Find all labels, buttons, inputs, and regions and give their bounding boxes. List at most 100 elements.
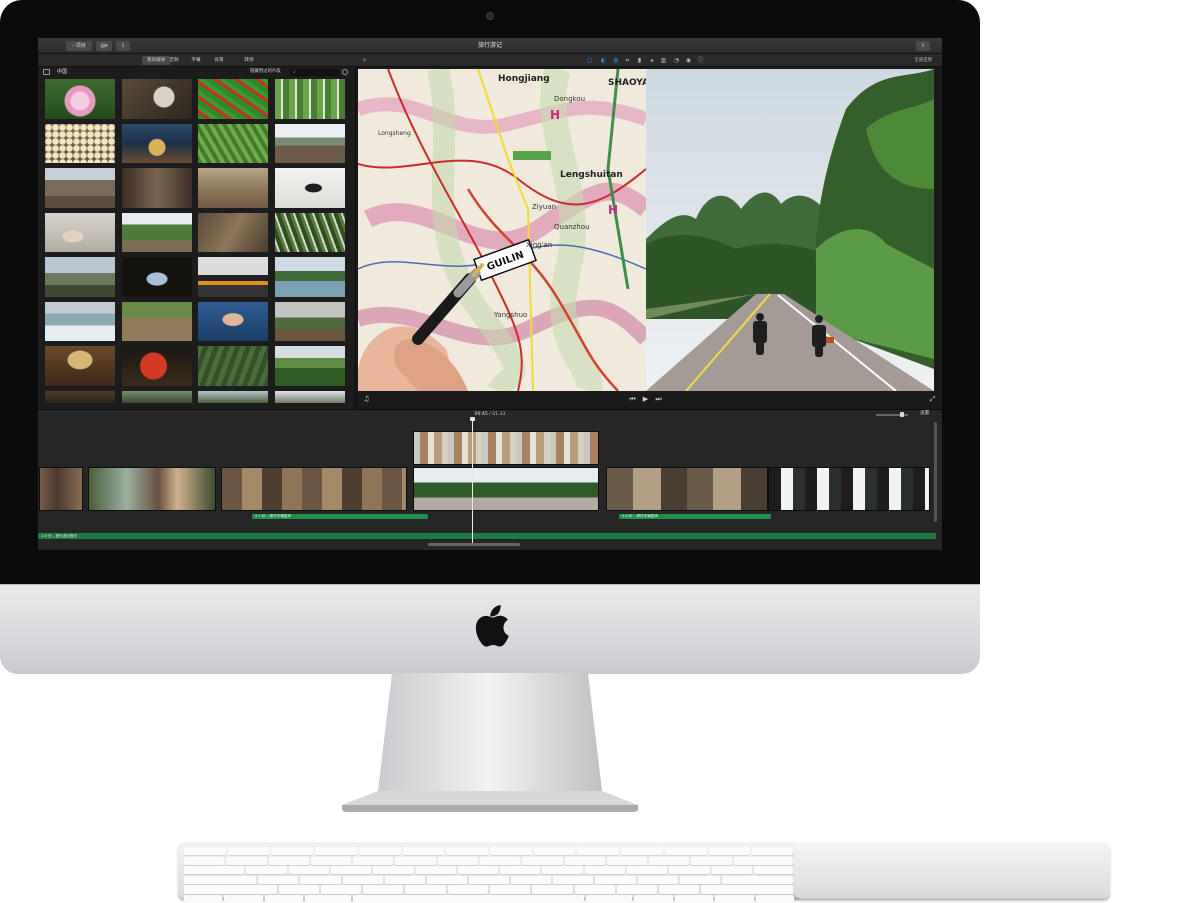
clip-thumbnail[interactable]	[45, 346, 115, 386]
timecode-readout: 00:45 / 01:33	[474, 412, 506, 417]
map-label: Longsheng	[378, 130, 411, 137]
imac-stand	[342, 673, 638, 812]
zoom-slider-handle[interactable]	[900, 412, 904, 417]
map-label: Ziyuan	[532, 203, 556, 211]
svg-text:H: H	[608, 203, 618, 217]
toolbar: 我的媒体 音频 字幕 背景 转场 ✧ ◻ ◐ ◍ ⌗ ▮ ◂ ▥ ◔ ◉ ⓘ 全…	[38, 54, 942, 67]
clip-thumbnail[interactable]	[274, 346, 345, 386]
fullscreen-icon[interactable]: ⤢	[928, 395, 937, 404]
play-icon[interactable]: ▶	[641, 395, 650, 404]
clip-thumbnail[interactable]	[198, 123, 268, 163]
clip-thumbnail[interactable]	[121, 257, 192, 297]
timeline-clip[interactable]	[413, 467, 599, 511]
microphone-icon[interactable]: ♫	[362, 395, 371, 404]
palette-icon[interactable]: ◍	[612, 57, 619, 64]
tab-backgrounds[interactable]: 背景	[209, 56, 229, 65]
info-icon[interactable]: ⓘ	[697, 57, 704, 64]
library-title: 中国	[57, 69, 68, 75]
map-label: Yangshuo	[493, 311, 527, 319]
clip-thumbnail[interactable]	[198, 390, 268, 403]
volume-icon[interactable]: ◂	[648, 57, 655, 64]
reset-all-button[interactable]: 全部还原	[914, 54, 932, 67]
map-label: SHAOYA	[608, 78, 646, 88]
timeline-horizontal-scrollbar[interactable]	[428, 543, 520, 546]
clip-thumbnail[interactable]	[274, 257, 345, 297]
crop-icon[interactable]: ⌗	[624, 57, 631, 64]
stabilization-icon[interactable]: ▮	[636, 57, 643, 64]
tab-transitions[interactable]: 转场	[239, 56, 259, 65]
timeline: 00:45 / 01:33 设置 2.1 秒 – 摩托车辆轰声 5.8 秒 – …	[38, 409, 942, 550]
timeline-vertical-scrollbar[interactable]	[934, 422, 937, 522]
clip-thumbnail[interactable]	[121, 123, 192, 163]
clip-thumbnail[interactable]	[45, 123, 115, 163]
timeline-clip[interactable]	[221, 467, 407, 511]
road-clip-preview	[646, 69, 934, 391]
gear-icon[interactable]	[342, 69, 348, 75]
noise-reduction-icon[interactable]: ▥	[660, 57, 667, 64]
magic-trackpad	[794, 842, 1110, 898]
clip-thumbnail[interactable]	[274, 168, 345, 208]
clip-thumbnail[interactable]	[198, 301, 268, 341]
clip-thumbnail[interactable]	[274, 123, 345, 163]
apple-logo-icon	[475, 605, 509, 647]
clip-thumbnail[interactable]	[274, 390, 345, 403]
background-music-track[interactable]: 1.6 分 – 旅行游记音乐	[38, 533, 936, 539]
map-clip-preview: GUILIN Hongjiang SHAOYA Dongkou Lengshui…	[358, 69, 646, 391]
speed-icon[interactable]: ◔	[673, 57, 680, 64]
media-library: 中国 隐藏用过的片段 ⌕	[38, 67, 356, 409]
map-label: Dongkou	[554, 95, 585, 103]
clip-thumbnail[interactable]	[45, 168, 115, 208]
clip-thumbnail[interactable]	[45, 79, 115, 119]
clip-thumbnail[interactable]	[45, 257, 115, 297]
library-header: 中国 隐藏用过的片段 ⌕	[38, 67, 356, 77]
camera-icon	[486, 12, 494, 20]
clip-thumbnail[interactable]	[274, 79, 345, 119]
map-label: Lengshuitan	[560, 170, 623, 180]
tab-titles[interactable]: 字幕	[186, 56, 206, 65]
clip-thumbnail[interactable]	[121, 301, 192, 341]
timecode-current: 00:45	[474, 412, 488, 417]
search-input[interactable]: ⌕	[290, 68, 340, 76]
clip-thumbnail[interactable]	[274, 212, 345, 252]
cutaway-clip[interactable]	[413, 431, 599, 465]
playback-controls: ♫ ⏮ ▶ ⏭ ⤢	[356, 393, 942, 407]
tab-audio[interactable]: 音频	[164, 56, 184, 65]
timeline-clip[interactable]	[39, 467, 83, 511]
sound-effect-clip[interactable]: 2.1 秒 – 摩托车辆轰声	[252, 514, 428, 519]
clip-thumbnail[interactable]	[45, 301, 115, 341]
map-label: Xing'an	[526, 241, 552, 249]
color-correction-icon[interactable]: ◐	[600, 57, 607, 64]
clip-filter-dropdown[interactable]: 隐藏用过的片段	[250, 67, 281, 77]
clip-thumbnail[interactable]	[198, 79, 268, 119]
clip-thumbnail[interactable]	[121, 390, 192, 403]
window-title: 旅行游记	[477, 42, 502, 49]
clip-thumbnail[interactable]	[198, 257, 268, 297]
sidebar-toggle-icon[interactable]	[43, 69, 50, 75]
clip-thumbnail[interactable]	[121, 79, 192, 119]
clip-thumbnail[interactable]	[198, 346, 268, 386]
magic-wand-icon[interactable]: ✧	[361, 57, 368, 64]
clip-thumbnail[interactable]	[121, 168, 192, 208]
skip-forward-icon[interactable]: ⏭	[654, 395, 663, 404]
clip-thumbnail[interactable]	[45, 212, 115, 252]
timeline-clip[interactable]	[88, 467, 216, 511]
sound-effect-clip[interactable]: 5.8 秒 – 摩托车辆轰声	[619, 514, 771, 519]
timeline-settings-button[interactable]: 设置	[920, 410, 929, 418]
color-balance-icon[interactable]: ◻	[586, 57, 593, 64]
clip-thumbnail[interactable]	[198, 168, 268, 208]
svg-text:H: H	[550, 108, 560, 122]
clip-thumbnail[interactable]	[121, 346, 192, 386]
timeline-clip[interactable]	[606, 467, 768, 511]
playhead[interactable]	[472, 418, 473, 544]
skip-back-icon[interactable]: ⏮	[628, 395, 637, 404]
clip-thumbnail[interactable]	[121, 212, 192, 252]
timecode-total: 01:33	[492, 412, 506, 417]
map-label: Quanzhou	[554, 223, 590, 231]
timeline-clip[interactable]	[768, 467, 930, 511]
clip-thumbnail[interactable]	[198, 212, 268, 252]
share-icon[interactable]: ⇪	[916, 41, 930, 51]
filter-icon[interactable]: ◉	[685, 57, 692, 64]
preview-frame[interactable]: GUILIN Hongjiang SHAOYA Dongkou Lengshui…	[358, 69, 934, 391]
clip-thumbnail[interactable]	[274, 301, 345, 341]
clip-thumbnail[interactable]	[45, 390, 115, 403]
